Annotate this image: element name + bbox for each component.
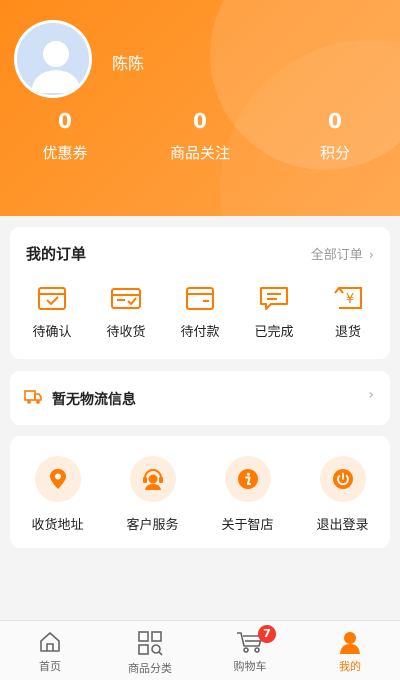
location-pin-icon xyxy=(49,469,66,489)
svg-text:¥: ¥ xyxy=(346,292,354,307)
service-label: 收货地址 xyxy=(31,518,84,533)
stat-label: 积分 xyxy=(319,144,350,162)
stat-value: 0 xyxy=(193,109,207,133)
tab-label: 首页 xyxy=(39,660,61,673)
bottom-tab-bar: 首页 商品分类 7 购物车 我的 xyxy=(0,620,400,680)
tab-label: 购物车 xyxy=(233,660,267,673)
stat-points[interactable]: 0 积分 xyxy=(270,108,400,163)
info-icon xyxy=(237,469,258,489)
customer-service-icon xyxy=(142,469,163,490)
chevron-right-icon: › xyxy=(368,248,374,263)
profile-header: 陈陈 0 优惠券 0 商品关注 0 积分 xyxy=(0,0,400,216)
chevron-right-icon: › xyxy=(368,387,374,403)
stat-label: 商品关注 xyxy=(169,144,230,162)
all-orders-link[interactable]: 全部订单 › xyxy=(311,244,374,263)
orders-title: 我的订单 xyxy=(26,245,87,263)
inbox-check-icon xyxy=(38,287,66,310)
stat-label: 优惠券 xyxy=(42,144,88,162)
service-label: 关于智店 xyxy=(221,518,274,533)
category-icon xyxy=(138,631,163,656)
user-icon xyxy=(340,632,360,654)
my-orders-card: 我的订单 全部订单 › 待确认 待收货 待付款 已完成 ¥ 退货 xyxy=(10,227,390,359)
wallet-icon xyxy=(186,287,214,310)
service-about[interactable]: 关于智店 xyxy=(208,456,288,533)
order-item-label: 待付款 xyxy=(180,325,220,340)
order-item-label: 待确认 xyxy=(32,325,72,340)
service-logout[interactable]: 退出登录 xyxy=(303,456,383,533)
tab-categories[interactable]: 商品分类 xyxy=(100,621,200,680)
service-address[interactable]: 收货地址 xyxy=(18,456,98,533)
message-done-icon xyxy=(260,287,288,310)
stats-row: 0 优惠券 0 商品关注 0 积分 xyxy=(0,108,400,163)
order-refund[interactable]: ¥ 退货 xyxy=(316,283,380,340)
stat-coupons[interactable]: 0 优惠券 xyxy=(0,108,130,163)
service-label: 退出登录 xyxy=(316,518,369,533)
order-pending-payment[interactable]: 待付款 xyxy=(168,283,232,340)
home-icon xyxy=(40,632,60,652)
truck-icon xyxy=(24,390,42,404)
logistics-text: 暂无物流信息 xyxy=(52,392,136,408)
order-completed[interactable]: 已完成 xyxy=(242,283,306,340)
power-icon xyxy=(332,469,353,489)
logistics-card[interactable]: 暂无物流信息 › xyxy=(10,371,390,425)
order-item-label: 已完成 xyxy=(254,325,294,340)
refund-icon: ¥ xyxy=(334,286,362,309)
cart-count-badge: 7 xyxy=(258,625,276,643)
services-row: 收货地址 客户服务 关于智店 退出登录 xyxy=(10,456,390,533)
tab-home[interactable]: 首页 xyxy=(0,621,100,680)
services-card: 收货地址 客户服务 关于智店 退出登录 xyxy=(10,436,390,548)
service-icon-circle xyxy=(224,456,271,502)
avatar-placeholder-icon xyxy=(17,23,89,95)
username: 陈陈 xyxy=(112,54,145,73)
avatar[interactable] xyxy=(14,20,92,98)
order-item-label: 待收货 xyxy=(106,325,146,340)
stat-value: 0 xyxy=(328,109,342,133)
order-pending-confirm[interactable]: 待确认 xyxy=(20,283,84,340)
all-orders-label: 全部订单 xyxy=(310,248,363,263)
order-status-row: 待确认 待收货 待付款 已完成 ¥ 退货 xyxy=(10,283,390,340)
service-icon-circle xyxy=(129,456,176,502)
service-label: 客户服务 xyxy=(126,518,179,533)
tab-label: 商品分类 xyxy=(128,662,172,675)
order-pending-receipt[interactable]: 待收货 xyxy=(94,283,158,340)
stat-value: 0 xyxy=(58,109,72,133)
service-icon-circle xyxy=(319,456,366,502)
service-customer-support[interactable]: 客户服务 xyxy=(113,456,193,533)
tab-label: 我的 xyxy=(339,660,361,673)
stat-followed-products[interactable]: 0 商品关注 xyxy=(130,108,270,163)
service-icon-circle xyxy=(34,456,81,502)
package-check-icon xyxy=(111,288,141,309)
tab-mine[interactable]: 我的 xyxy=(300,621,400,680)
tab-cart[interactable]: 7 购物车 xyxy=(200,621,300,680)
order-item-label: 退货 xyxy=(334,325,361,340)
